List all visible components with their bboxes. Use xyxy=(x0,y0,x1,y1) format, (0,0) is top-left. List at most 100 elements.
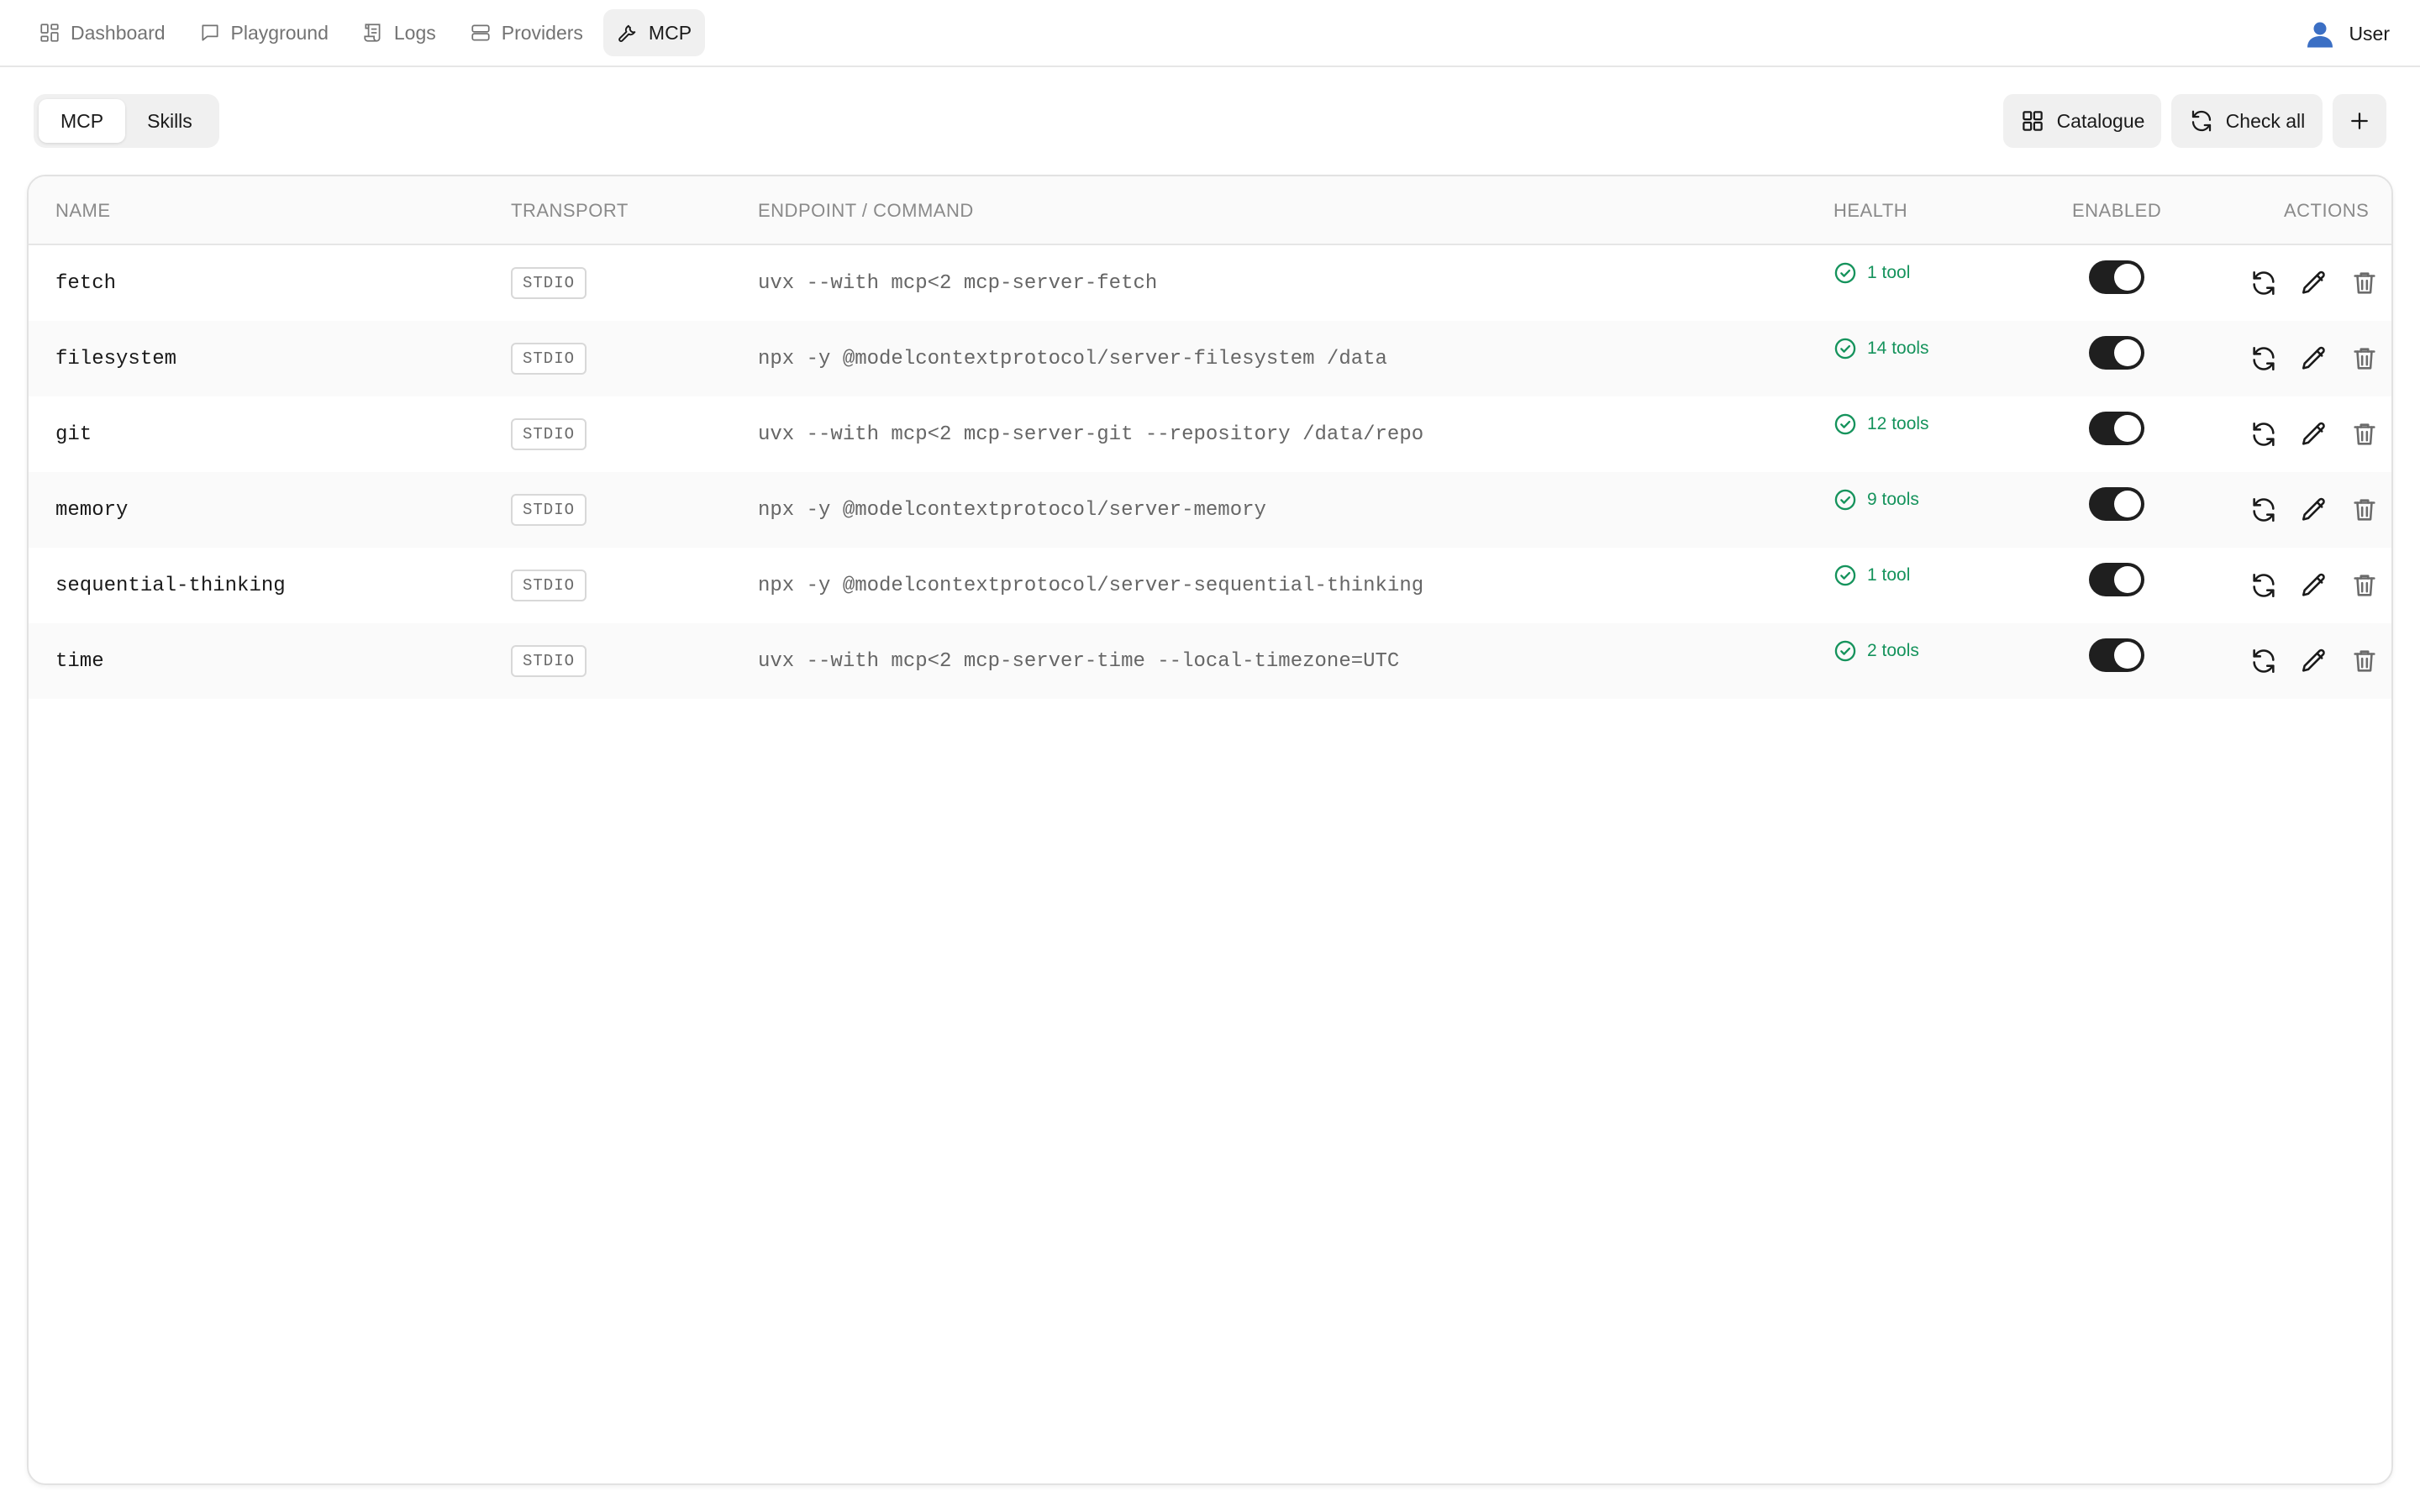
trash-icon xyxy=(2354,650,2375,672)
row-actions xyxy=(2245,321,2391,396)
delete-button[interactable] xyxy=(2346,491,2383,528)
refresh-button[interactable] xyxy=(2245,416,2282,453)
enabled-toggle[interactable] xyxy=(2089,563,2144,596)
edit-button[interactable] xyxy=(2296,340,2333,377)
segment-mcp[interactable]: MCP xyxy=(39,99,126,143)
check-circle-icon xyxy=(1834,640,1856,662)
check-circle-icon xyxy=(1834,338,1856,360)
table-row: filesystem STDIO npx -y @modelcontextpro… xyxy=(29,321,2391,396)
user-label: User xyxy=(2349,22,2390,45)
row-actions xyxy=(2245,548,2391,623)
row-actions xyxy=(2245,396,2391,472)
health-label: 12 tools xyxy=(1867,414,1929,433)
catalogue-label: Catalogue xyxy=(2056,109,2145,132)
nav-item-label: Providers xyxy=(501,21,583,44)
edit-button[interactable] xyxy=(2296,416,2333,453)
enabled-toggle[interactable] xyxy=(2089,260,2144,294)
table-row: fetch STDIO uvx --with mcp<2 mcp-server-… xyxy=(29,245,2391,321)
segment-skills[interactable]: Skills xyxy=(125,99,214,143)
toggle-knob xyxy=(2114,642,2141,669)
nav-item-label: Logs xyxy=(393,21,436,44)
server-name: sequential-thinking xyxy=(55,574,286,597)
row-actions xyxy=(2245,245,2391,321)
toggle-knob xyxy=(2114,264,2141,291)
user-menu[interactable]: User xyxy=(2303,10,2390,57)
health-status: 1 tool xyxy=(1833,245,1910,301)
transport-badge: STDIO xyxy=(511,570,587,601)
header-endpoint: ENDPOINT / COMMAND xyxy=(758,200,974,221)
edit-button[interactable] xyxy=(2296,643,2333,680)
delete-button[interactable] xyxy=(2346,643,2383,680)
avatar xyxy=(2303,17,2337,50)
health-status: 14 tools xyxy=(1833,321,1929,376)
add-server-button[interactable] xyxy=(2333,94,2386,148)
trash-icon xyxy=(2354,348,2375,370)
row-actions xyxy=(2245,472,2391,548)
server-name: time xyxy=(55,649,104,673)
catalogue-button[interactable]: Catalogue xyxy=(2003,94,2161,148)
nav-item-logs[interactable]: Logs xyxy=(349,9,450,56)
row-actions xyxy=(2245,623,2391,699)
pencil-icon xyxy=(2302,497,2325,521)
trash-icon xyxy=(2354,272,2375,294)
health-status: 1 tool xyxy=(1833,548,1910,603)
health-status: 12 tools xyxy=(1833,396,1929,452)
endpoint-command: npx -y @modelcontextprotocol/server-memo… xyxy=(758,498,1266,522)
delete-button[interactable] xyxy=(2346,416,2383,453)
endpoint-command: npx -y @modelcontextprotocol/server-sequ… xyxy=(758,574,1424,597)
transport-badge: STDIO xyxy=(511,645,587,677)
check-circle-icon xyxy=(1834,564,1856,586)
header-actions: ACTIONS xyxy=(2284,200,2370,221)
refresh-button[interactable] xyxy=(2245,491,2282,528)
table-row: memory STDIO npx -y @modelcontextprotoco… xyxy=(29,472,2391,548)
nav-item-label: MCP xyxy=(648,21,692,44)
table-row: sequential-thinking STDIO npx -y @modelc… xyxy=(29,548,2391,623)
health-label: 2 tools xyxy=(1867,641,1919,660)
edit-button[interactable] xyxy=(2296,491,2333,528)
check-circle-icon xyxy=(1834,262,1856,284)
table-row: git STDIO uvx --with mcp<2 mcp-server-gi… xyxy=(29,396,2391,472)
toggle-knob xyxy=(2114,491,2141,517)
nav-item-providers[interactable]: Providers xyxy=(456,9,597,56)
toggle-knob xyxy=(2114,415,2141,442)
server-name: fetch xyxy=(55,271,117,295)
edit-button[interactable] xyxy=(2296,567,2333,604)
enabled-toggle[interactable] xyxy=(2089,638,2144,672)
refresh-button[interactable] xyxy=(2245,643,2282,680)
refresh-icon xyxy=(2253,497,2275,522)
check-all-label: Check all xyxy=(2225,109,2306,132)
edit-button[interactable] xyxy=(2296,265,2333,302)
nav-item-mcp[interactable]: MCP xyxy=(602,9,706,56)
grid-icon xyxy=(40,24,59,42)
endpoint-command: uvx --with mcp<2 mcp-server-time --local… xyxy=(758,649,1400,673)
wrench-icon xyxy=(618,24,636,42)
enabled-toggle[interactable] xyxy=(2089,487,2144,521)
pencil-icon xyxy=(2302,270,2325,294)
endpoint-command: npx -y @modelcontextprotocol/server-file… xyxy=(758,347,1387,370)
pencil-icon xyxy=(2302,648,2325,672)
nav-item-playground[interactable]: Playground xyxy=(186,9,342,56)
grid-icon xyxy=(2022,111,2043,131)
endpoint-command: uvx --with mcp<2 mcp-server-fetch xyxy=(758,271,1158,295)
enabled-toggle[interactable] xyxy=(2089,336,2144,370)
refresh-button[interactable] xyxy=(2245,265,2282,302)
trash-icon xyxy=(2354,499,2375,521)
header-enabled: ENABLED xyxy=(2072,200,2162,221)
delete-button[interactable] xyxy=(2346,567,2383,604)
enabled-toggle[interactable] xyxy=(2089,412,2144,445)
pencil-icon xyxy=(2302,346,2325,370)
header-name: NAME xyxy=(55,200,111,221)
delete-button[interactable] xyxy=(2346,265,2383,302)
health-label: 1 tool xyxy=(1867,565,1911,585)
delete-button[interactable] xyxy=(2346,340,2383,377)
refresh-button[interactable] xyxy=(2245,340,2282,377)
nav-item-dashboard[interactable]: Dashboard xyxy=(25,9,179,56)
servers-table: NAME TRANSPORT ENDPOINT / COMMAND HEALTH… xyxy=(27,175,2393,1485)
transport-badge: STDIO xyxy=(511,494,587,526)
check-all-button[interactable]: Check all xyxy=(2171,94,2323,148)
chat-icon xyxy=(201,24,218,41)
refresh-icon xyxy=(2253,648,2275,674)
check-circle-icon xyxy=(1834,489,1856,511)
refresh-button[interactable] xyxy=(2245,567,2282,604)
user-icon xyxy=(2307,22,2333,48)
